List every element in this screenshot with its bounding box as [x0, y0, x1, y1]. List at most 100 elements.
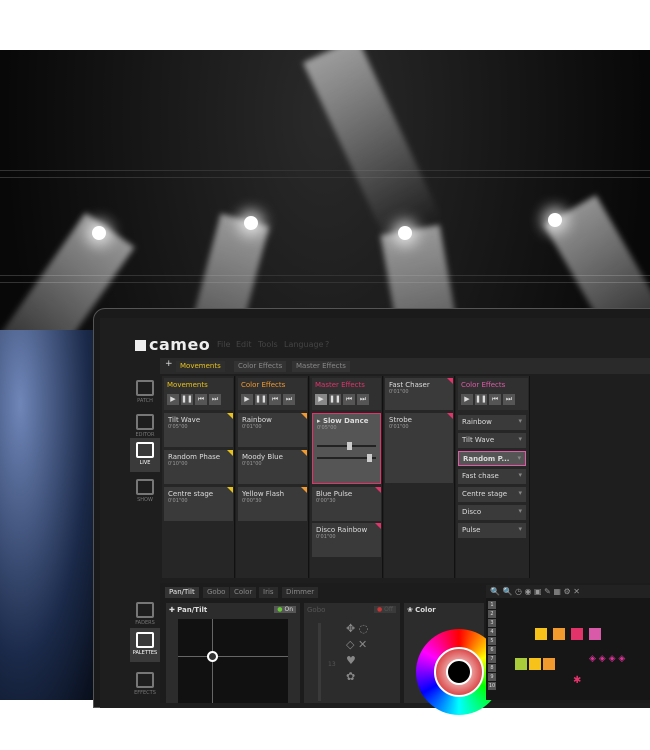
tab-iris[interactable]: Iris	[259, 587, 278, 598]
next-button[interactable]: ⏭	[503, 394, 515, 405]
dropdown-item[interactable]: Disco	[458, 505, 526, 520]
logo-text: cameo	[149, 335, 211, 354]
panel-title: Gobo	[307, 606, 326, 614]
editor-icon	[136, 414, 154, 430]
truss	[0, 170, 650, 178]
gobo-icons[interactable]: ✥ ◌ ◇ ✕ ♥ ✿	[346, 621, 368, 685]
cue-time: 0'01"00	[316, 534, 336, 540]
cue-time: 0'05"00	[317, 425, 337, 431]
prev-button[interactable]: ⏮	[343, 394, 355, 405]
cue-yellow-flash[interactable]: Yellow Flash 0'00"30	[238, 487, 307, 521]
sidebar-item-palettes[interactable]: PALETTES	[130, 628, 160, 662]
prev-button[interactable]: ⏮	[195, 394, 207, 405]
cue-blue-pulse[interactable]: Blue Pulse 0'00"30	[312, 487, 381, 521]
cue-time: 0'01"00	[389, 389, 409, 395]
tab-movements[interactable]: Movements	[176, 361, 225, 372]
color-swatch[interactable]	[515, 658, 527, 670]
cue-strobe[interactable]: Strobe 0'01"00	[385, 413, 453, 483]
magic-wand-icon	[136, 672, 154, 688]
play-button[interactable]: ▶	[315, 394, 327, 405]
gobo-slider[interactable]	[318, 623, 321, 701]
add-tab-button[interactable]: +	[165, 359, 173, 369]
palettes-icon	[136, 632, 154, 648]
star-palette-icon[interactable]: ✱	[573, 675, 581, 686]
sidebar-label: PALETTES	[132, 650, 158, 656]
tab-color[interactable]: Color	[230, 587, 257, 598]
dropdown-item[interactable]: Rainbow	[458, 415, 526, 430]
next-button[interactable]: ⏭	[357, 394, 369, 405]
tab-gobo[interactable]: Gobo	[203, 587, 230, 598]
grid-toolbar[interactable]: 🔍 🔍 ◷ ◉ ▣ ✎ ▦ ⚙ ✕	[486, 585, 650, 598]
cue-centre-stage[interactable]: Centre stage 0'01"00	[164, 487, 233, 521]
column-header: Color Effects ▶ ❚❚ ⏮ ⏭	[238, 378, 307, 410]
pause-button[interactable]: ❚❚	[255, 394, 267, 405]
dropdown-item[interactable]: Tilt Wave	[458, 433, 526, 448]
menu-tools[interactable]: Tools	[258, 340, 278, 349]
cue-time: 0'01"00	[389, 424, 409, 430]
column-title: Movements	[167, 381, 208, 389]
cue-fast-chaser[interactable]: Fast Chaser 0'01"00	[385, 378, 453, 410]
color-icon: ❀	[407, 606, 416, 614]
cue-moody-blue[interactable]: Moody Blue 0'01"00	[238, 450, 307, 484]
menu-edit[interactable]: Edit	[236, 340, 252, 349]
cue-name: Moody Blue	[242, 453, 283, 461]
toggle-label: On	[284, 606, 293, 613]
gobo-palette-icons[interactable]: ◈ ◈ ◈ ◈	[589, 654, 625, 664]
cue-tilt-wave[interactable]: Tilt Wave 0'05"00	[164, 413, 233, 447]
color-swatch[interactable]	[589, 628, 601, 640]
gobo-value: 13	[328, 661, 336, 668]
cue-name: Random Phase	[168, 453, 221, 461]
blue-stage-light	[0, 330, 100, 700]
off-toggle[interactable]: ● Off	[373, 606, 396, 613]
pause-button[interactable]: ❚❚	[329, 394, 341, 405]
sidebar-item-live[interactable]: LIVE	[130, 438, 160, 472]
menu-help[interactable]: ?	[325, 340, 329, 349]
menu-language[interactable]: Language	[284, 340, 323, 349]
sidebar-item-patch[interactable]: PATCH	[130, 376, 160, 410]
tab-dimmer[interactable]: Dimmer	[282, 587, 319, 598]
sidebar-item-show[interactable]: SHOW	[130, 475, 160, 509]
on-toggle[interactable]: ● On	[274, 606, 296, 613]
speed-slider[interactable]	[317, 454, 376, 462]
next-button[interactable]: ⏭	[209, 394, 221, 405]
tab-pan-tilt[interactable]: Pan/Tilt	[165, 587, 199, 598]
pan-tilt-pad[interactable]	[178, 619, 288, 703]
cue-time: 0'01"00	[242, 424, 262, 430]
toggle-label: Off	[384, 606, 393, 613]
tab-master-effects[interactable]: Master Effects	[292, 361, 350, 372]
cue-name: Strobe	[389, 416, 412, 424]
pause-button[interactable]: ❚❚	[181, 394, 193, 405]
color-swatch[interactable]	[529, 658, 541, 670]
play-button[interactable]: ▶	[241, 394, 253, 405]
sidebar-item-effects[interactable]: EFFECTS	[130, 668, 160, 702]
show-icon	[136, 479, 154, 495]
next-button[interactable]: ⏭	[283, 394, 295, 405]
cue-disco-rainbow[interactable]: Disco Rainbow 0'01"00	[312, 523, 381, 557]
play-button[interactable]: ▶	[461, 394, 473, 405]
play-button[interactable]: ▶	[167, 394, 179, 405]
prev-button[interactable]: ⏮	[489, 394, 501, 405]
patch-icon	[136, 380, 154, 396]
intensity-slider[interactable]	[317, 442, 376, 450]
dropdown-item[interactable]: Centre stage	[458, 487, 526, 502]
cameo-logo: cameo	[135, 335, 210, 354]
cue-slow-dance[interactable]: ▸ Slow Dance 0'05"00	[312, 413, 381, 484]
color-swatch[interactable]	[535, 628, 547, 640]
move-icon: ✚	[169, 606, 178, 614]
dropdown-item-selected[interactable]: Random P...	[458, 451, 526, 466]
color-swatch[interactable]	[543, 658, 555, 670]
prev-button[interactable]: ⏮	[269, 394, 281, 405]
column-title: Color Effects	[241, 381, 286, 389]
cue-random-phase[interactable]: Random Phase 0'10"00	[164, 450, 233, 484]
sidebar-item-faders[interactable]: FADERS	[130, 598, 160, 632]
position-handle[interactable]	[207, 651, 218, 662]
color-swatch[interactable]	[553, 628, 565, 640]
dropdown-item[interactable]: Fast chase	[458, 469, 526, 484]
pause-button[interactable]: ❚❚	[475, 394, 487, 405]
cue-time: 0'00"30	[242, 498, 262, 504]
menu-file[interactable]: File	[217, 340, 230, 349]
dropdown-item[interactable]: Pulse	[458, 523, 526, 538]
cue-rainbow[interactable]: Rainbow 0'01"00	[238, 413, 307, 447]
color-swatch[interactable]	[571, 628, 583, 640]
tab-color-effects[interactable]: Color Effects	[234, 361, 287, 372]
